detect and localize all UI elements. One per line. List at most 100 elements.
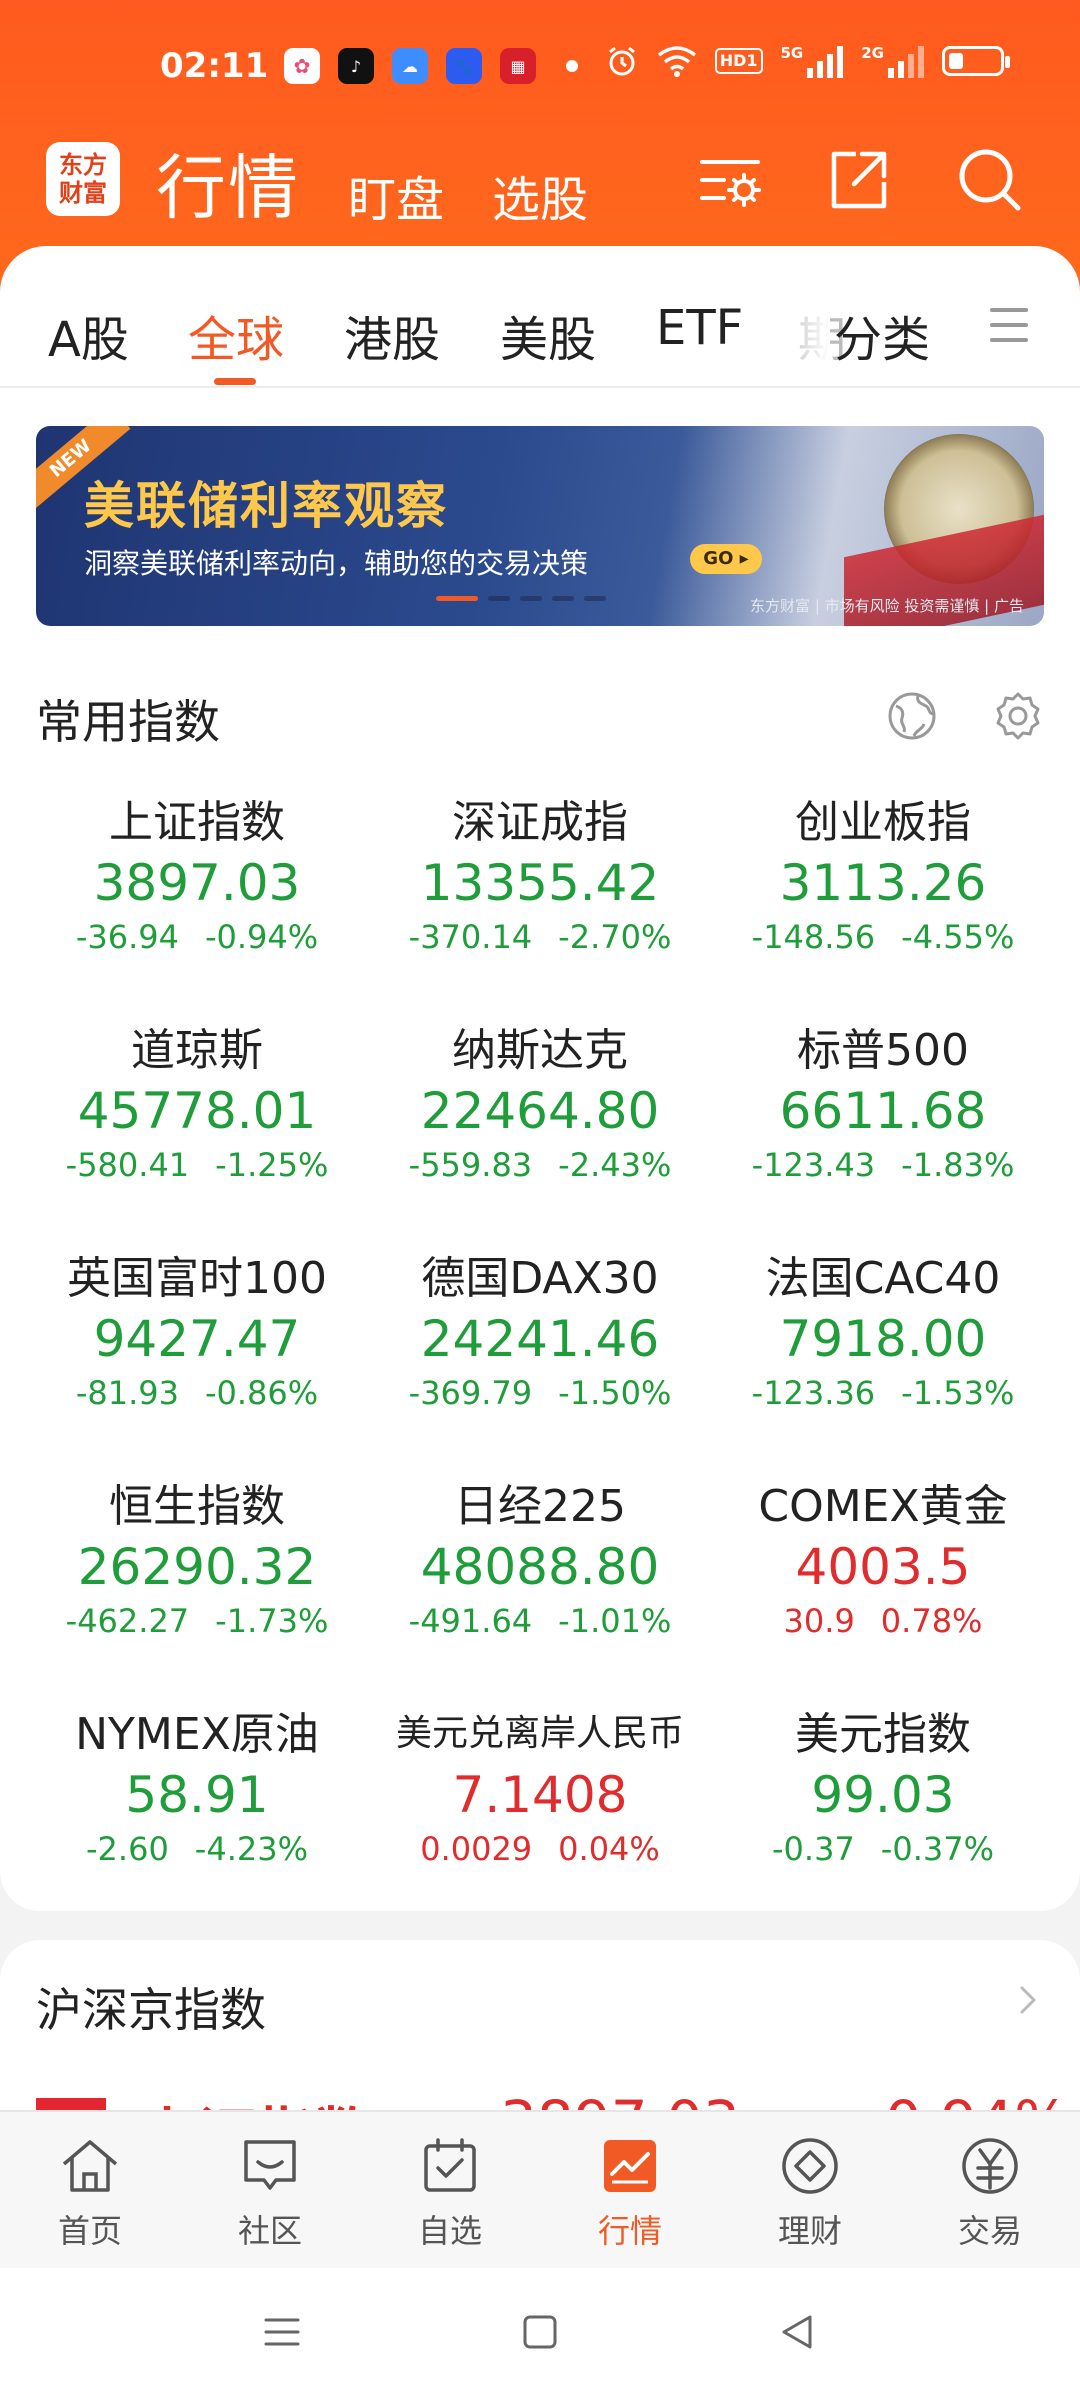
index-card[interactable]: 恒生指数 26290.32 -462.27 -1.73% (24, 1470, 370, 1640)
battery-icon (942, 46, 1010, 76)
index-card[interactable]: 英国富时100 9427.47 -81.93 -0.86% (24, 1242, 370, 1412)
index-card[interactable]: 纳斯达克 22464.80 -559.83 -2.43% (367, 1014, 713, 1184)
status-bar: 02:11 ✿ ♪ ☁ 🐾 ▦ HD1 5G 2G (0, 0, 1080, 140)
change-value: -462.27 (65, 1602, 190, 1640)
index-name: NYMEX原油 (75, 1709, 319, 1760)
index-price: 9427.47 (93, 1310, 301, 1368)
index-name: 纳斯达克 (452, 1025, 628, 1076)
tab-menu-icon[interactable] (990, 308, 1028, 344)
app-logo[interactable]: 东方 财富 (46, 142, 120, 216)
index-card[interactable]: 深证成指 13355.42 -370.14 -2.70% (367, 786, 713, 956)
index-price: 58.91 (125, 1766, 269, 1824)
index-price: 22464.80 (420, 1082, 660, 1140)
page-dot (584, 596, 606, 601)
index-name: 日经225 (454, 1481, 626, 1532)
banner-footer: 东方财富 | 市场有风险 投资需谨慎 | 广告 (750, 597, 1024, 615)
change-percent: -1.50% (558, 1374, 672, 1412)
nav-community[interactable]: 社区 (180, 2132, 360, 2252)
index-card[interactable]: 日经225 48088.80 -491.64 -1.01% (367, 1470, 713, 1640)
index-price: 6611.68 (779, 1082, 987, 1140)
page-dot (552, 596, 574, 601)
index-card[interactable]: 道琼斯 45778.01 -580.41 -1.25% (24, 1014, 370, 1184)
tab-a-shares[interactable]: A股 (48, 300, 129, 370)
index-card[interactable]: 法国CAC40 7918.00 -123.36 -1.53% (710, 1242, 1056, 1412)
index-card[interactable]: 美元指数 99.03 -0.37 -0.37% (710, 1698, 1056, 1868)
index-price: 45778.01 (77, 1082, 317, 1140)
index-card[interactable]: NYMEX原油 58.91 -2.60 -4.23% (24, 1698, 370, 1868)
logo-line-1: 东方 (59, 151, 107, 179)
signal-bars-1 (807, 44, 844, 78)
tiktok-icon: ♪ (338, 48, 374, 84)
index-change: 0.0029 0.04% (367, 1830, 713, 1868)
index-name: 深证成指 (452, 797, 628, 848)
index-card[interactable]: 美元兑离岸人民币 7.1408 0.0029 0.04% (367, 1698, 713, 1868)
nav-market[interactable]: 行情 (540, 2132, 720, 2252)
index-price: 7.1408 (452, 1766, 628, 1824)
index-change: -0.37 -0.37% (710, 1830, 1056, 1868)
index-change: -148.56 -4.55% (710, 918, 1056, 956)
index-price: 3897.03 (93, 854, 301, 912)
back-icon[interactable] (778, 2312, 818, 2352)
logo-line-2: 财富 (59, 179, 107, 207)
index-card[interactable]: 上证指数 3897.03 -36.94 -0.94% (24, 786, 370, 956)
change-value: 30.9 (783, 1602, 855, 1640)
change-value: -369.79 (408, 1374, 533, 1412)
change-value: -491.64 (408, 1602, 533, 1640)
change-percent: -1.53% (901, 1374, 1015, 1412)
index-price: 48088.80 (420, 1538, 660, 1596)
change-percent: -4.23% (194, 1830, 308, 1868)
globe-icon[interactable] (884, 688, 940, 744)
tab-us-stocks[interactable]: 美股 (500, 300, 596, 370)
change-percent: 0.04% (558, 1830, 660, 1868)
tab-hk-stocks[interactable]: 港股 (344, 300, 440, 370)
tab-category[interactable]: 分类 (834, 300, 930, 370)
baidu-icon: 🐾 (446, 48, 482, 84)
index-change: -123.43 -1.83% (710, 1146, 1056, 1184)
change-percent: -1.73% (215, 1602, 329, 1640)
index-card[interactable]: 创业板指 3113.26 -148.56 -4.55% (710, 786, 1056, 956)
index-change: -2.60 -4.23% (24, 1830, 370, 1868)
nav-label: 社区 (237, 2212, 302, 2250)
index-price: 13355.42 (420, 854, 660, 912)
index-price: 3113.26 (779, 854, 987, 912)
gear-icon[interactable] (990, 688, 1046, 744)
market-icon (604, 2140, 656, 2192)
change-percent: -0.86% (204, 1374, 319, 1412)
home-square-icon[interactable] (520, 2312, 560, 2352)
change-value: -370.14 (408, 918, 533, 956)
index-change: -462.27 -1.73% (24, 1602, 370, 1640)
app-bar: 东方 财富 行情 盯盘 选股 (0, 130, 1080, 240)
nav-trade[interactable]: 交易 (900, 2132, 1080, 2252)
index-change: -36.94 -0.94% (24, 918, 370, 956)
change-value: -580.41 (65, 1146, 190, 1184)
page-title[interactable]: 行情 (156, 132, 300, 233)
tab-watch-market[interactable]: 盯盘 (348, 160, 444, 230)
banner-go-button[interactable]: GO ▸ (690, 544, 762, 574)
index-name: 上证指数 (109, 797, 285, 848)
index-card[interactable]: COMEX黄金 4003.5 30.9 0.78% (710, 1470, 1056, 1640)
banner-subtitle: 洞察美联储利率动向，辅助您的交易决策 (84, 547, 589, 580)
index-change: -81.93 -0.86% (24, 1374, 370, 1412)
index-name: 美元指数 (795, 1709, 971, 1760)
signal-2g-label: 2G (861, 44, 884, 62)
nav-wealth[interactable]: 理财 (720, 2132, 900, 2252)
index-card[interactable]: 标普500 6611.68 -123.43 -1.83% (710, 1014, 1056, 1184)
chevron-right-icon[interactable] (1008, 1980, 1048, 2020)
tab-global[interactable]: 全球 (188, 300, 284, 370)
page-dot-active (436, 596, 478, 601)
nav-label: 行情 (597, 2212, 662, 2250)
search-icon[interactable] (954, 144, 1026, 216)
tab-etf[interactable]: ETF (656, 300, 743, 356)
settings-list-icon[interactable] (694, 144, 766, 216)
index-change: -491.64 -1.01% (367, 1602, 713, 1640)
menu-icon[interactable] (262, 2312, 302, 2352)
nav-watchlist[interactable]: 自选 (360, 2132, 540, 2252)
change-value: -123.36 (751, 1374, 876, 1412)
index-card[interactable]: 德国DAX30 24241.46 -369.79 -1.50% (367, 1242, 713, 1412)
share-icon[interactable] (822, 144, 894, 216)
nav-home[interactable]: 首页 (0, 2132, 180, 2252)
index-change: -370.14 -2.70% (367, 918, 713, 956)
index-name: COMEX黄金 (758, 1481, 1008, 1532)
notification-icons: ✿ ♪ ☁ 🐾 ▦ (284, 48, 536, 84)
tab-stock-picker[interactable]: 选股 (492, 160, 588, 230)
